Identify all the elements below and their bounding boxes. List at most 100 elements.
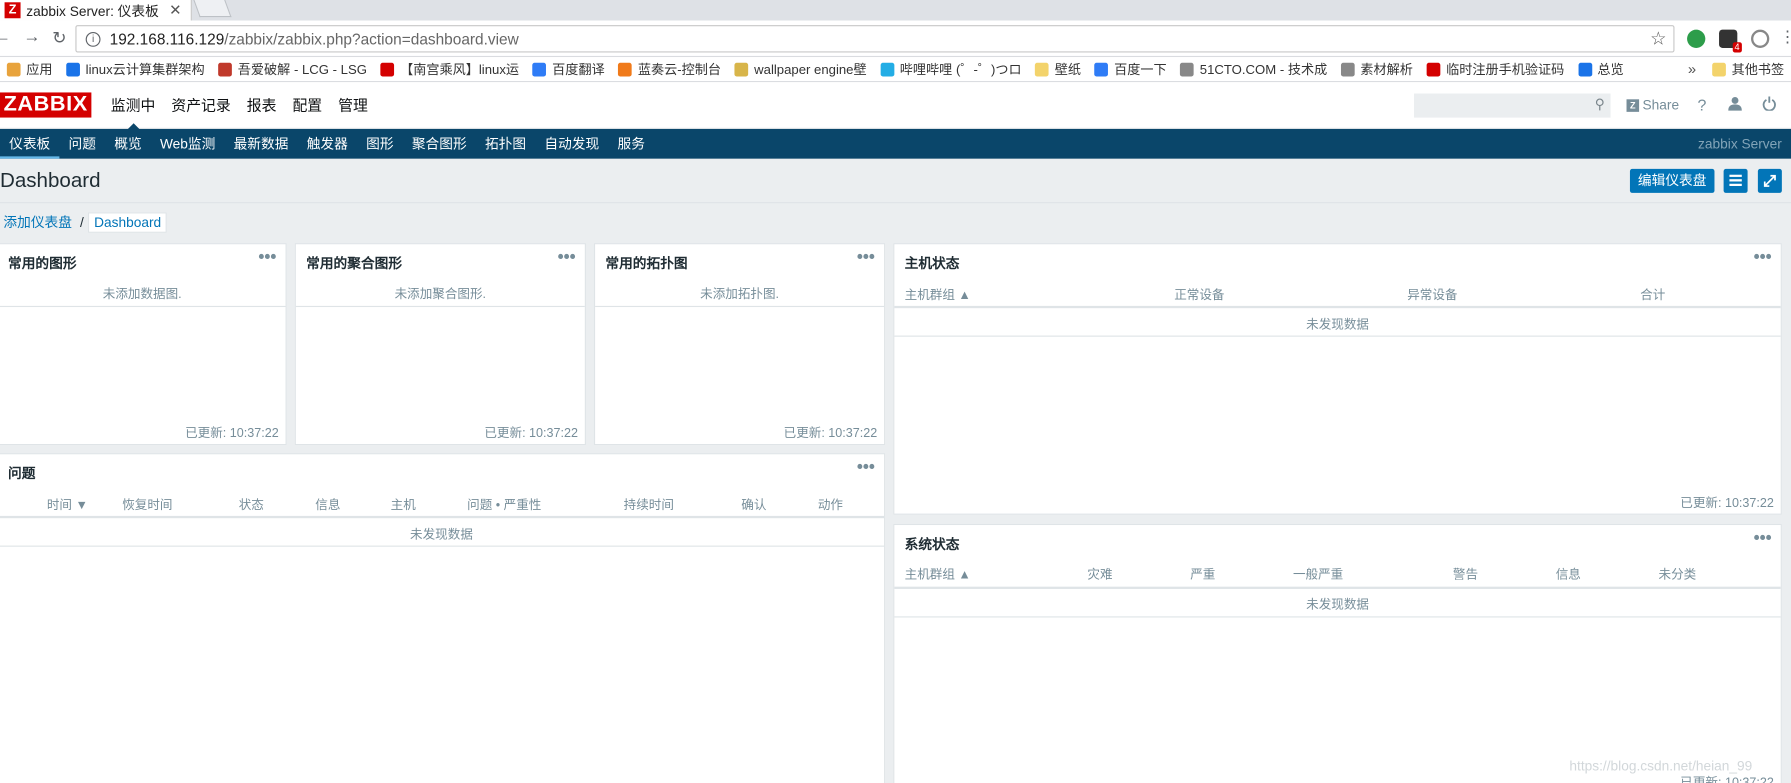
new-tab-button[interactable] [193,0,232,18]
extension-cloud-icon[interactable] [1751,29,1770,48]
extension-globe-icon[interactable] [1687,29,1706,48]
widget-menu-icon[interactable]: ••• [558,248,576,267]
widget-menu-icon[interactable]: ••• [1754,248,1772,267]
widget-menu-icon[interactable]: ••• [258,248,276,267]
table-empty-message: 未发现数据 [1306,598,1369,612]
problems-widget: 问题 ••• 时间 ▼ 恢复时间 状态 信息 主机 问题 • 严重性 持续时间 … [0,453,886,783]
widget-title: 系统状态 [904,536,960,553]
site-icon [380,62,395,76]
sub-nav-item[interactable]: 概览 [105,129,151,159]
widget-title: 常用的拓扑图 [605,255,688,272]
bookmark-label: 百度翻译 [552,63,605,78]
site-icon [66,62,80,76]
close-tab-icon[interactable]: ✕ [169,1,181,19]
browser-menu-icon[interactable]: ⋮ [1780,27,1791,46]
bookmark-label: 51CTO.COM - 技术成 [1199,63,1328,78]
site-info-icon[interactable]: i [85,31,101,47]
zabbix-logo[interactable]: ZABBIX [0,92,92,118]
user-profile-icon[interactable] [1727,96,1743,114]
widget-divider [0,305,286,308]
other-bookmarks[interactable]: 其他书签 [1705,56,1791,81]
top-nav-item[interactable]: 配置 [284,82,330,129]
sub-nav-item[interactable]: Web监测 [151,129,225,159]
bookmark-item[interactable]: wallpaper engine壁 [728,56,874,81]
bookmark-item[interactable]: 吾爱破解 - LCG - LSG [211,56,373,81]
reload-icon[interactable]: ↻ [50,27,68,48]
widget-updated-time: 已更新: 10:37:22 [1680,496,1774,511]
column-header[interactable]: 时间 ▼ [47,495,88,513]
column-header: 状态 [238,498,264,513]
paw-icon [1094,62,1109,76]
bookmark-item[interactable]: 51CTO.COM - 技术成 [1174,56,1335,81]
top-nav-item[interactable]: 监测中 [103,82,164,129]
favourite-screens-widget: 常用的聚合图形 ••• 未添加聚合图形. 已更新: 10:37:22 [294,243,586,446]
widget-menu-icon[interactable]: ••• [857,458,875,477]
widget-divider [295,305,585,308]
back-icon[interactable]: ← [0,27,11,46]
favourite-maps-widget: 常用的拓扑图 ••• 未添加拓扑图. 已更新: 10:37:22 [593,243,886,446]
widget-updated-time: 已更新: 10:37:22 [185,426,279,441]
widget-menu-icon[interactable]: ••• [857,248,875,267]
logout-icon[interactable] [1761,96,1777,114]
top-nav-item[interactable]: 管理 [330,82,376,129]
bookmark-item[interactable]: 应用 [0,56,59,81]
sub-nav-item[interactable]: 聚合图形 [403,129,476,159]
column-header[interactable]: 主机群组 ▲ [905,285,971,303]
table-row-divider [0,545,885,547]
breadcrumb-parent[interactable]: 添加仪表盘 [0,212,75,231]
sub-nav-item[interactable]: 触发器 [298,129,357,159]
browser-tab[interactable]: Z zabbix Server: 仪表板 ✕ [0,0,192,21]
apps-icon [6,62,21,76]
bookmark-item[interactable]: linux云计算集群架构 [59,56,211,81]
sub-nav-item[interactable]: 服务 [608,129,654,159]
bookmark-label: 壁纸 [1054,63,1082,78]
widget-title: 主机状态 [904,255,960,272]
edit-dashboard-button[interactable]: 编辑仪表盘 [1629,168,1715,193]
bookmark-label: 百度一下 [1114,63,1167,78]
sub-nav-item[interactable]: 图形 [357,129,403,159]
column-header: 异常设备 [1407,288,1458,303]
table-empty-message: 未发现数据 [1306,318,1369,333]
bookmark-item[interactable]: 【南宫乘风】linux运 [374,56,526,81]
fullscreen-button[interactable] [1757,168,1782,193]
top-nav-item[interactable]: 报表 [239,82,285,129]
bookmark-item[interactable]: 素材解析 [1334,56,1420,81]
sub-nav-item[interactable]: 问题 [59,129,105,159]
extension-badge-icon[interactable]: 4 [1719,29,1742,53]
help-icon[interactable]: ? [1694,96,1710,114]
bookmarks-more-icon[interactable]: » [1679,60,1706,77]
bookmark-label: 总览 [1597,63,1624,78]
forward-icon[interactable]: → [23,27,41,46]
column-header: 恢复时间 [122,498,173,513]
column-header: 信息 [1555,568,1581,583]
bookmark-item[interactable]: 百度一下 [1088,56,1174,81]
bookmark-label: 哔哩哔哩 (゜-゜)つロ [899,63,1022,78]
host-status-widget: 主机状态 ••• 主机群组 ▲ 正常设备 异常设备 合计 未发现数据 已更新: … [893,243,1782,515]
sub-nav-item[interactable]: 仪表板 [0,129,60,159]
bookmark-item[interactable]: 百度翻译 [526,56,612,81]
site-icon [218,62,233,76]
bookmark-star-icon[interactable]: ☆ [1650,27,1666,50]
column-header: 严重 [1190,568,1216,583]
url-path: /zabbix/zabbix.php?action=dashboard.view [224,30,519,48]
top-nav-item[interactable]: 资产记录 [163,82,238,129]
sub-nav-item[interactable]: 拓扑图 [476,129,535,159]
bookmark-label: 【南宫乘风】linux运 [400,63,520,78]
bookmark-item[interactable]: 壁纸 [1028,56,1087,81]
sub-nav-item[interactable]: 自动发现 [535,129,608,159]
global-search-input[interactable]: ⚲ [1414,93,1611,118]
url-input[interactable]: i 192.168.116.129/zabbix/zabbix.php?acti… [75,25,1675,53]
sub-nav-item[interactable]: 最新数据 [224,129,297,159]
bookmark-item[interactable]: 蓝奏云-控制台 [612,56,728,81]
widget-menu-icon[interactable]: ••• [1754,528,1772,547]
top-navigation: 监测中 资产记录 报表 配置 管理 [103,82,376,129]
bookmark-item[interactable]: 临时注册手机验证码 [1420,56,1571,81]
bookmark-item[interactable]: 哔哩哔哩 (゜-゜)つロ [873,56,1028,81]
column-header[interactable]: 主机群组 ▲ [905,565,971,583]
bookmark-item[interactable]: 总览 [1571,56,1630,81]
share-link[interactable]: Z Share [1626,97,1679,113]
url-host: 192.168.116.129 [109,30,225,48]
breadcrumb-current[interactable]: Dashboard [88,211,167,233]
search-icon[interactable]: ⚲ [1595,96,1605,112]
dashboard-list-button[interactable] [1723,168,1748,193]
